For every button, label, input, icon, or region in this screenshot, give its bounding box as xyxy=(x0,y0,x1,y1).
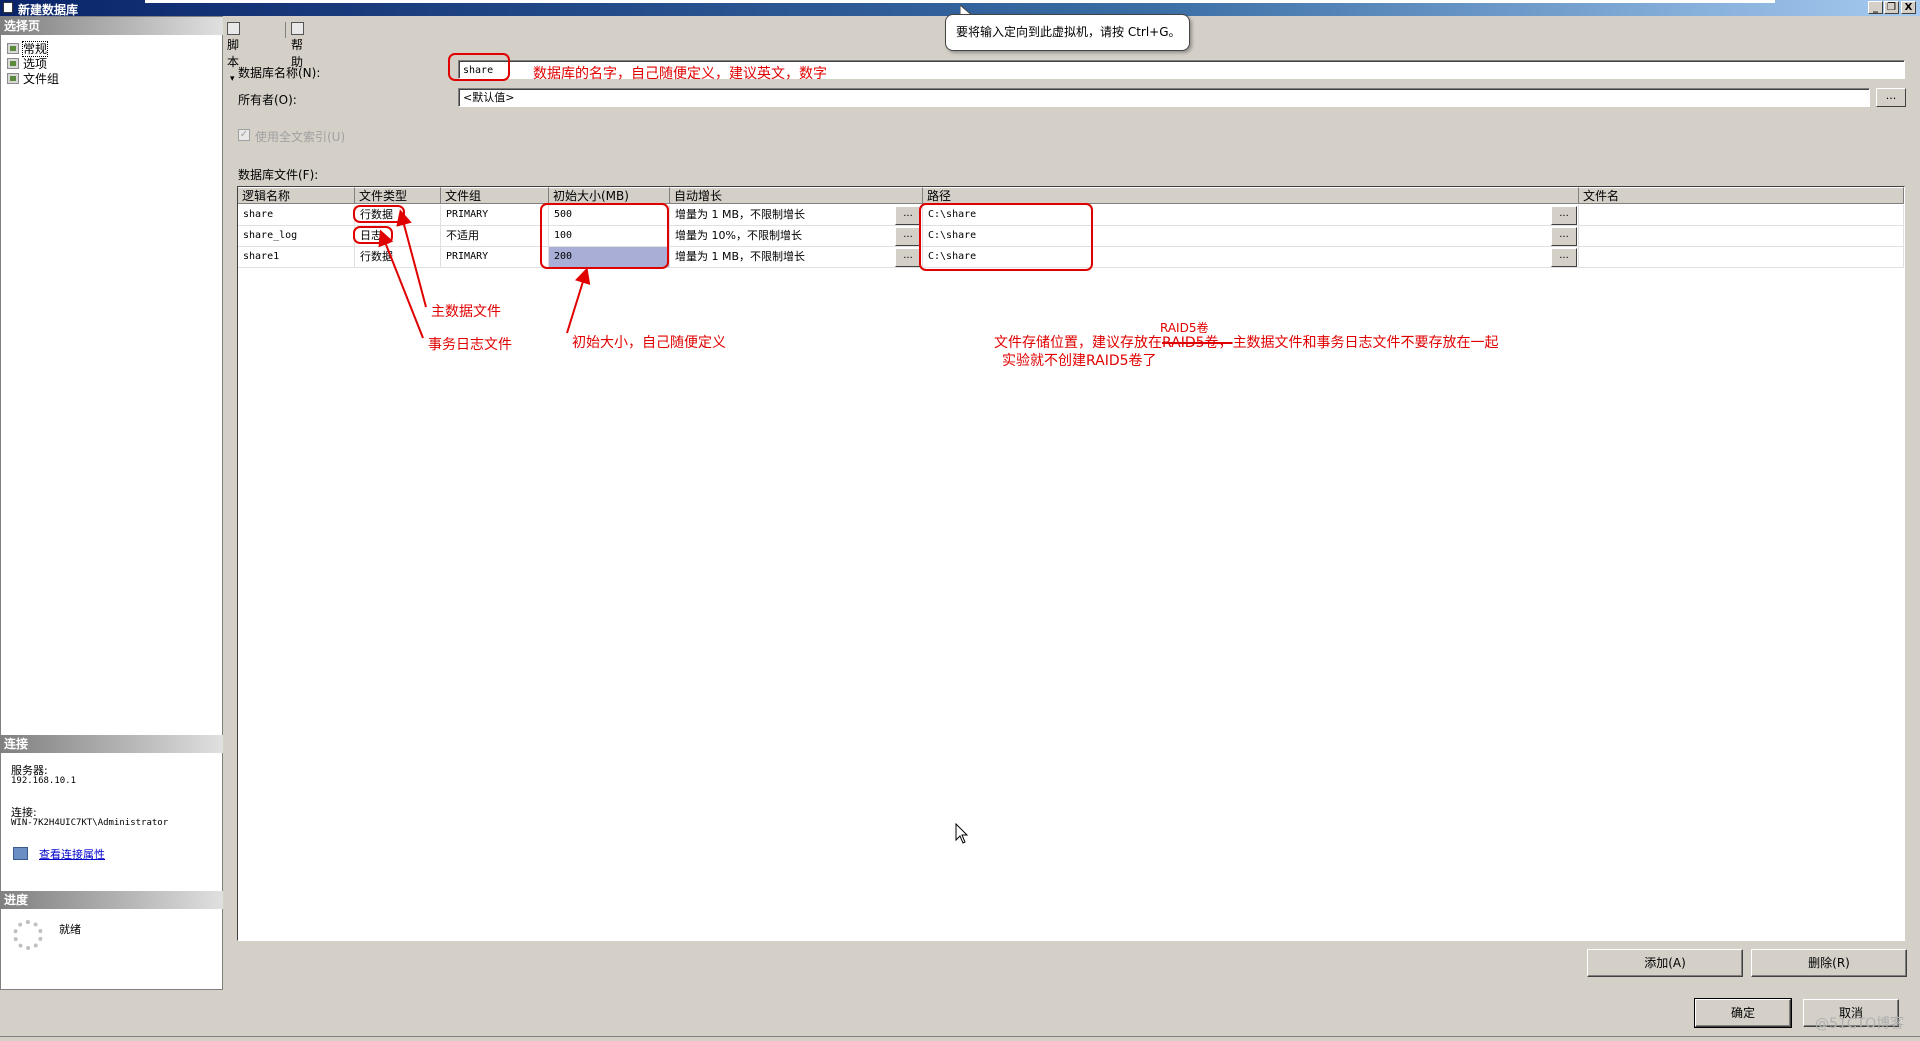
mouse-cursor-icon xyxy=(955,823,969,844)
watermark: @51CTO博客 xyxy=(1815,1016,1905,1032)
arrow-initial-size xyxy=(566,267,591,334)
status-bar xyxy=(0,1036,1920,1041)
arrow-transaction-log-file xyxy=(378,229,424,339)
annotation-arrows xyxy=(378,209,591,339)
